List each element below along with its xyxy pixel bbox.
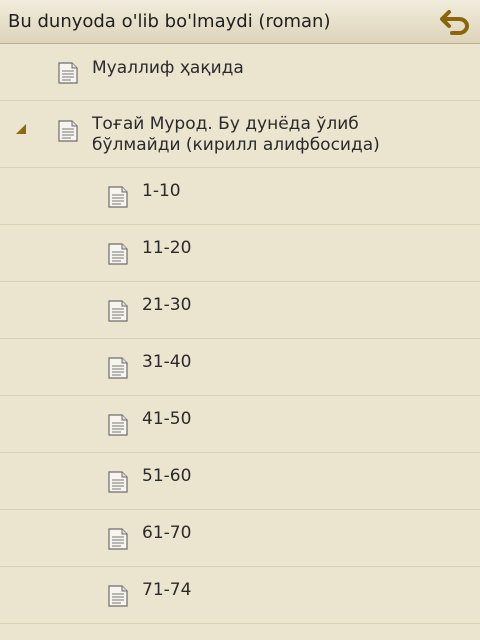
list-item-label: Тоғай Мурод. Бу дунёда ўлиб бўлмайди (ки… xyxy=(92,114,380,155)
list-item-label: 31-40 xyxy=(142,352,192,372)
document-icon xyxy=(108,357,128,379)
list-item-label: 21-30 xyxy=(142,295,192,315)
document-icon xyxy=(108,528,128,550)
document-icon xyxy=(108,585,128,607)
list-item-label: 41-50 xyxy=(142,409,192,429)
page-title: Bu dunyoda o'lib bo'lmaydi (roman) xyxy=(8,11,331,32)
list-item[interactable]: Муаллиф ҳақида xyxy=(0,44,480,101)
document-icon xyxy=(108,243,128,265)
document-icon xyxy=(108,186,128,208)
back-button[interactable] xyxy=(438,6,472,38)
list-item-label: 51-60 xyxy=(142,466,192,486)
list-item[interactable]: 41-50 xyxy=(0,396,480,453)
document-icon xyxy=(58,120,78,142)
list-item[interactable]: 51-60 xyxy=(0,453,480,510)
document-icon xyxy=(108,471,128,493)
list-item-label: 1-10 xyxy=(142,181,181,201)
list-item[interactable]: 71-74 xyxy=(0,567,480,624)
document-icon xyxy=(58,62,78,84)
list-item-label: Муаллиф ҳақида xyxy=(92,58,244,78)
list-item[interactable]: 61-70 xyxy=(0,510,480,567)
list-item[interactable]: 11-20 xyxy=(0,225,480,282)
expand-triangle-icon[interactable] xyxy=(15,123,27,135)
list-item[interactable]: 1-10 xyxy=(0,168,480,225)
list-item[interactable]: 21-30 xyxy=(0,282,480,339)
chapter-list: Муаллиф ҳақида Тоғай Мурод. Бу дунёда ўл… xyxy=(0,44,480,624)
list-item-label: 11-20 xyxy=(142,238,192,258)
list-item-label: 61-70 xyxy=(142,523,192,543)
list-item-label: 71-74 xyxy=(142,580,192,600)
list-item[interactable]: 31-40 xyxy=(0,339,480,396)
list-item-expanded[interactable]: Тоғай Мурод. Бу дунёда ўлиб бўлмайди (ки… xyxy=(0,101,480,168)
document-icon xyxy=(108,414,128,436)
document-icon xyxy=(108,300,128,322)
back-arrow-icon xyxy=(440,10,469,35)
title-bar: Bu dunyoda o'lib bo'lmaydi (roman) xyxy=(0,0,480,44)
